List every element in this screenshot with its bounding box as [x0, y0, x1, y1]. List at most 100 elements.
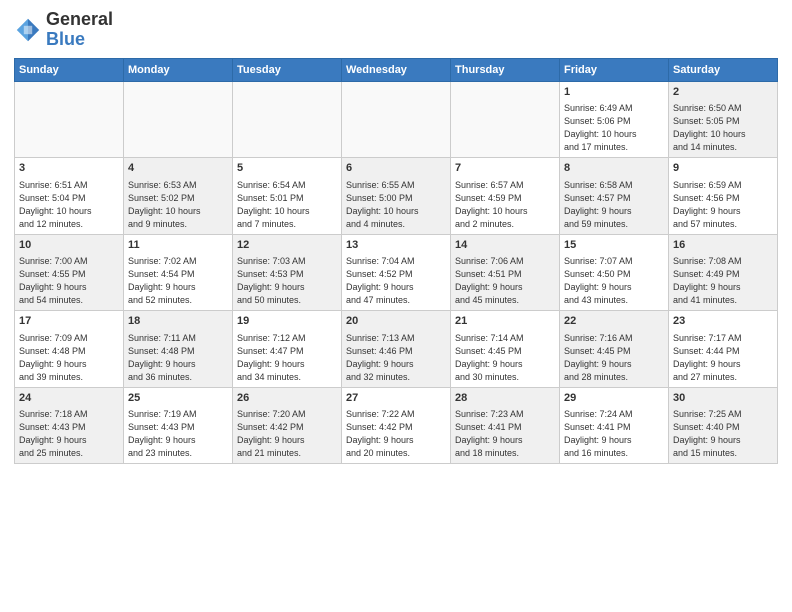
- week-row-1: 1Sunrise: 6:49 AM Sunset: 5:06 PM Daylig…: [15, 81, 778, 158]
- day-info: Sunrise: 7:25 AM Sunset: 4:40 PM Dayligh…: [673, 408, 773, 460]
- calendar-cell: 2Sunrise: 6:50 AM Sunset: 5:05 PM Daylig…: [669, 81, 778, 158]
- calendar-cell: 22Sunrise: 7:16 AM Sunset: 4:45 PM Dayli…: [560, 311, 669, 388]
- day-number: 16: [673, 238, 773, 253]
- day-info: Sunrise: 6:58 AM Sunset: 4:57 PM Dayligh…: [564, 179, 664, 231]
- weekday-header-saturday: Saturday: [669, 58, 778, 81]
- calendar-cell: 11Sunrise: 7:02 AM Sunset: 4:54 PM Dayli…: [124, 234, 233, 311]
- weekday-header-wednesday: Wednesday: [342, 58, 451, 81]
- day-info: Sunrise: 7:12 AM Sunset: 4:47 PM Dayligh…: [237, 332, 337, 384]
- day-number: 14: [455, 238, 555, 253]
- calendar-cell: 18 Sunrise: 7:11 AM Sunset: 4:48 PM Dayli…: [124, 311, 233, 388]
- day-info: Sunrise: 7:09 AM Sunset: 4:48 PM Dayligh…: [19, 332, 119, 384]
- day-info: Sunrise: 7:00 AM Sunset: 4:55 PM Dayligh…: [19, 255, 119, 307]
- day-number: 22: [564, 314, 664, 329]
- day-info: Sunrise: 7:17 AM Sunset: 4:44 PM Dayligh…: [673, 332, 773, 384]
- day-info: Sunrise: 7:19 AM Sunset: 4:43 PM Dayligh…: [128, 408, 228, 460]
- day-number: 25: [128, 391, 228, 406]
- calendar-cell: 28 Sunrise: 7:23 AM Sunset: 4:41 PM Dayli…: [451, 387, 560, 464]
- calendar-cell: 4Sunrise: 6:53 AM Sunset: 5:02 PM Daylig…: [124, 158, 233, 235]
- day-number: 13: [346, 238, 446, 253]
- day-info: Sunrise: 6:51 AM Sunset: 5:04 PM Dayligh…: [19, 179, 119, 231]
- day-number: 28: [455, 391, 555, 406]
- week-row-2: 3 Sunrise: 6:51 AM Sunset: 5:04 PM Daylig…: [15, 158, 778, 235]
- day-info: Sunrise: 7:11 AM Sunset: 4:48 PM Dayligh…: [128, 332, 228, 384]
- calendar-cell: 25 Sunrise: 7:19 AM Sunset: 4:43 PM Dayli…: [124, 387, 233, 464]
- header: General Blue: [14, 10, 778, 50]
- calendar-cell: 7 Sunrise: 6:57 AM Sunset: 4:59 PM Daylig…: [451, 158, 560, 235]
- calendar-cell: 16 Sunrise: 7:08 AM Sunset: 4:49 PM Dayli…: [669, 234, 778, 311]
- day-info: Sunrise: 7:24 AM Sunset: 4:41 PM Dayligh…: [564, 408, 664, 460]
- page-container: General Blue SundayMondayTuesdayWednesda…: [0, 0, 792, 470]
- day-info: Sunrise: 7:23 AM Sunset: 4:41 PM Dayligh…: [455, 408, 555, 460]
- week-row-4: 17Sunrise: 7:09 AM Sunset: 4:48 PM Dayli…: [15, 311, 778, 388]
- day-info: Sunrise: 7:18 AM Sunset: 4:43 PM Dayligh…: [19, 408, 119, 460]
- day-number: 23: [673, 314, 773, 329]
- day-info: Sunrise: 7:20 AM Sunset: 4:42 PM Dayligh…: [237, 408, 337, 460]
- calendar-cell: 17Sunrise: 7:09 AM Sunset: 4:48 PM Dayli…: [15, 311, 124, 388]
- calendar-table: SundayMondayTuesdayWednesdayThursdayFrid…: [14, 58, 778, 465]
- weekday-header-row: SundayMondayTuesdayWednesdayThursdayFrid…: [15, 58, 778, 81]
- day-number: 18: [128, 314, 228, 329]
- weekday-header-tuesday: Tuesday: [233, 58, 342, 81]
- day-info: Sunrise: 6:59 AM Sunset: 4:56 PM Dayligh…: [673, 179, 773, 231]
- day-number: 26: [237, 391, 337, 406]
- day-info: Sunrise: 7:13 AM Sunset: 4:46 PM Dayligh…: [346, 332, 446, 384]
- day-info: Sunrise: 7:03 AM Sunset: 4:53 PM Dayligh…: [237, 255, 337, 307]
- day-number: 15: [564, 238, 664, 253]
- calendar-cell: 15 Sunrise: 7:07 AM Sunset: 4:50 PM Dayli…: [560, 234, 669, 311]
- calendar-cell: [451, 81, 560, 158]
- day-info: Sunrise: 6:57 AM Sunset: 4:59 PM Dayligh…: [455, 179, 555, 231]
- calendar-cell: 8 Sunrise: 6:58 AM Sunset: 4:57 PM Daylig…: [560, 158, 669, 235]
- day-info: Sunrise: 7:06 AM Sunset: 4:51 PM Dayligh…: [455, 255, 555, 307]
- day-number: 5: [237, 161, 337, 176]
- calendar-cell: [342, 81, 451, 158]
- day-info: Sunrise: 7:14 AM Sunset: 4:45 PM Dayligh…: [455, 332, 555, 384]
- calendar-cell: 20 Sunrise: 7:13 AM Sunset: 4:46 PM Dayli…: [342, 311, 451, 388]
- day-number: 1: [564, 85, 664, 100]
- day-number: 8: [564, 161, 664, 176]
- calendar-cell: 13 Sunrise: 7:04 AM Sunset: 4:52 PM Dayli…: [342, 234, 451, 311]
- calendar-cell: 19 Sunrise: 7:12 AM Sunset: 4:47 PM Dayli…: [233, 311, 342, 388]
- day-info: Sunrise: 6:54 AM Sunset: 5:01 PM Dayligh…: [237, 179, 337, 231]
- day-info: Sunrise: 7:22 AM Sunset: 4:42 PM Dayligh…: [346, 408, 446, 460]
- calendar-cell: 21 Sunrise: 7:14 AM Sunset: 4:45 PM Dayli…: [451, 311, 560, 388]
- day-info: Sunrise: 7:04 AM Sunset: 4:52 PM Dayligh…: [346, 255, 446, 307]
- calendar-cell: 14 Sunrise: 7:06 AM Sunset: 4:51 PM Dayli…: [451, 234, 560, 311]
- logo-line1: General: [46, 10, 113, 30]
- calendar-cell: 1Sunrise: 6:49 AM Sunset: 5:06 PM Daylig…: [560, 81, 669, 158]
- calendar-cell: 5 Sunrise: 6:54 AM Sunset: 5:01 PM Daylig…: [233, 158, 342, 235]
- day-number: 29: [564, 391, 664, 406]
- calendar-cell: 30 Sunrise: 7:25 AM Sunset: 4:40 PM Dayli…: [669, 387, 778, 464]
- day-number: 21: [455, 314, 555, 329]
- logo-line2: Blue: [46, 30, 113, 50]
- day-number: 30: [673, 391, 773, 406]
- day-number: 3: [19, 161, 119, 176]
- calendar-cell: 24 Sunrise: 7:18 AM Sunset: 4:43 PM Dayli…: [15, 387, 124, 464]
- calendar-cell: 27 Sunrise: 7:22 AM Sunset: 4:42 PM Dayli…: [342, 387, 451, 464]
- day-info: Sunrise: 7:07 AM Sunset: 4:50 PM Dayligh…: [564, 255, 664, 307]
- logo-icon: [14, 16, 42, 44]
- day-number: 10: [19, 238, 119, 253]
- day-number: 24: [19, 391, 119, 406]
- day-number: 6: [346, 161, 446, 176]
- weekday-header-monday: Monday: [124, 58, 233, 81]
- day-number: 7: [455, 161, 555, 176]
- day-number: 19: [237, 314, 337, 329]
- day-number: 9: [673, 161, 773, 176]
- calendar-cell: [15, 81, 124, 158]
- day-info: Sunrise: 7:08 AM Sunset: 4:49 PM Dayligh…: [673, 255, 773, 307]
- day-info: Sunrise: 7:02 AM Sunset: 4:54 PM Dayligh…: [128, 255, 228, 307]
- logo-text: General Blue: [46, 10, 113, 50]
- calendar-cell: 23 Sunrise: 7:17 AM Sunset: 4:44 PM Dayli…: [669, 311, 778, 388]
- day-number: 12: [237, 238, 337, 253]
- day-number: 20: [346, 314, 446, 329]
- calendar-cell: 12 Sunrise: 7:03 AM Sunset: 4:53 PM Dayli…: [233, 234, 342, 311]
- day-info: Sunrise: 6:55 AM Sunset: 5:00 PM Dayligh…: [346, 179, 446, 231]
- calendar-cell: 29 Sunrise: 7:24 AM Sunset: 4:41 PM Dayli…: [560, 387, 669, 464]
- calendar-cell: 26 Sunrise: 7:20 AM Sunset: 4:42 PM Dayli…: [233, 387, 342, 464]
- day-info: Sunrise: 6:53 AM Sunset: 5:02 PM Dayligh…: [128, 179, 228, 231]
- weekday-header-sunday: Sunday: [15, 58, 124, 81]
- week-row-5: 24 Sunrise: 7:18 AM Sunset: 4:43 PM Dayli…: [15, 387, 778, 464]
- calendar-cell: 3 Sunrise: 6:51 AM Sunset: 5:04 PM Daylig…: [15, 158, 124, 235]
- day-number: 27: [346, 391, 446, 406]
